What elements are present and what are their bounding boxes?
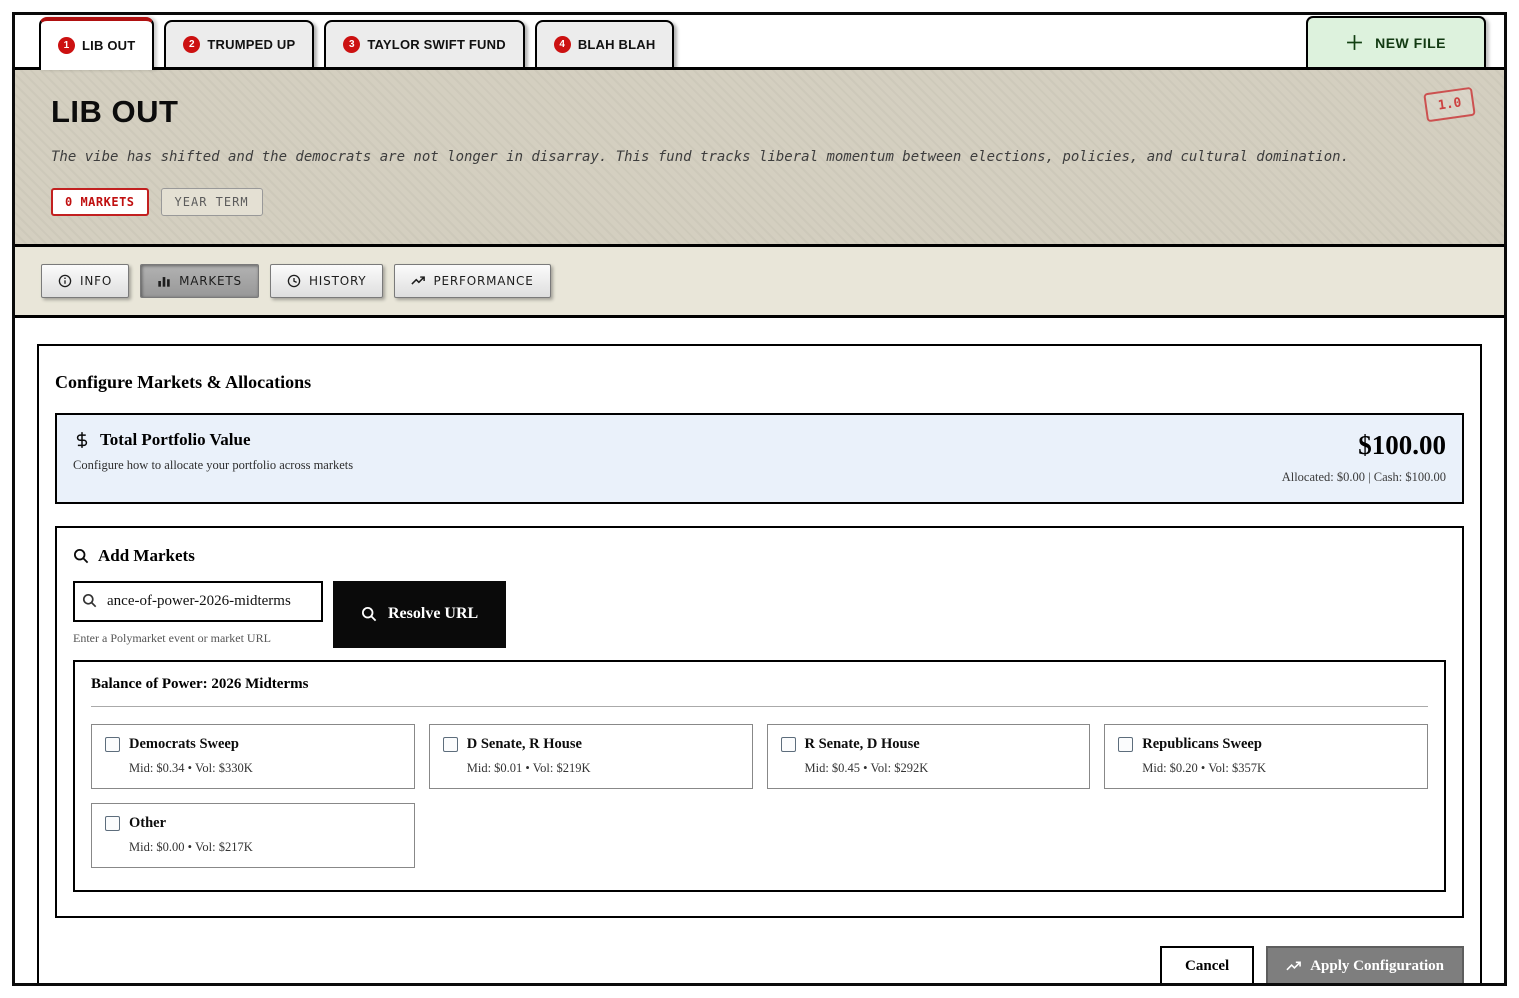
footer-actions: Cancel Apply Configuration [55,946,1464,986]
term-badge: YEAR TERM [161,188,263,216]
tab-number-badge: 3 [343,36,360,53]
apply-configuration-label: Apply Configuration [1310,958,1444,975]
market-name: Republicans Sweep [1142,736,1262,753]
nav-tab-label: HISTORY [309,274,366,288]
portfolio-summary: Total Portfolio Value Configure how to a… [55,413,1464,504]
fund-header: LIB OUT The vibe has shifted and the dem… [15,70,1504,247]
market-checkbox[interactable] [1118,737,1133,752]
url-input-wrap [73,581,323,622]
fund-badges: 0 MARKETS YEAR TERM [51,188,1468,216]
add-markets-section: Add Markets Enter a Polymarket event or … [55,526,1464,918]
nav-tab-history[interactable]: HISTORY [270,264,383,298]
market-options-grid: Democrats Sweep Mid: $0.34 • Vol: $330K … [91,724,1428,868]
app-frame: 1 LIB OUT 2 TRUMPED UP 3 TAYLOR SWIFT FU… [12,12,1507,986]
tab-label: LIB OUT [82,38,135,53]
plus-icon [1346,34,1363,51]
market-url-input[interactable] [73,581,323,622]
search-icon [73,548,89,564]
dollar-icon [73,431,91,449]
bar-chart-icon [157,274,171,288]
market-checkbox[interactable] [443,737,458,752]
configure-panel: Configure Markets & Allocations Total Po… [37,344,1482,986]
search-icon [361,606,377,622]
market-stats: Mid: $0.20 • Vol: $357K [1142,761,1414,776]
tab-number-badge: 1 [58,37,75,54]
panel-title: Configure Markets & Allocations [55,372,1464,393]
portfolio-allocation: Allocated: $0.00 | Cash: $100.00 [1282,470,1446,485]
portfolio-value: $100.00 [1282,430,1446,461]
info-icon [58,274,72,288]
market-checkbox[interactable] [105,816,120,831]
portfolio-right: $100.00 Allocated: $0.00 | Cash: $100.00 [1282,430,1446,485]
event-card: Balance of Power: 2026 Midterms Democrat… [73,660,1446,892]
cancel-button[interactable]: Cancel [1160,946,1254,986]
new-file-button[interactable]: NEW FILE [1306,16,1486,67]
market-stats: Mid: $0.34 • Vol: $330K [129,761,401,776]
tab-label: BLAH BLAH [578,37,656,52]
clock-icon [287,274,301,288]
nav-tab-info[interactable]: INFO [41,264,129,298]
market-stats: Mid: $0.00 • Vol: $217K [129,840,401,855]
nav-tab-label: PERFORMANCE [433,274,533,288]
main-area: Configure Markets & Allocations Total Po… [15,318,1504,986]
fund-description: The vibe has shifted and the democrats a… [51,143,1446,172]
event-title: Balance of Power: 2026 Midterms [91,676,1428,693]
tab-number-badge: 2 [183,36,200,53]
search-icon [82,593,97,608]
fund-tabs-strip: 1 LIB OUT 2 TRUMPED UP 3 TAYLOR SWIFT FU… [15,15,1504,70]
tab-number-badge: 4 [554,36,571,53]
market-checkbox[interactable] [781,737,796,752]
market-stats: Mid: $0.45 • Vol: $292K [805,761,1077,776]
market-checkbox[interactable] [105,737,120,752]
divider [91,706,1428,707]
market-option[interactable]: R Senate, D House Mid: $0.45 • Vol: $292… [767,724,1091,789]
market-option[interactable]: Republicans Sweep Mid: $0.20 • Vol: $357… [1104,724,1428,789]
portfolio-title: Total Portfolio Value [100,430,251,450]
nav-tab-label: INFO [80,274,112,288]
new-file-label: NEW FILE [1375,35,1446,51]
markets-count-badge: 0 MARKETS [51,188,149,216]
tab-blah-blah[interactable]: 4 BLAH BLAH [535,20,675,67]
nav-tab-markets[interactable]: MARKETS [140,264,259,298]
tab-taylor-swift-fund[interactable]: 3 TAYLOR SWIFT FUND [324,20,524,67]
tab-label: TRUMPED UP [207,37,295,52]
market-option[interactable]: Other Mid: $0.00 • Vol: $217K [91,803,415,868]
input-helper-text: Enter a Polymarket event or market URL [73,631,323,646]
trending-up-icon [1286,959,1301,974]
market-name: Democrats Sweep [129,736,239,753]
tab-trumped-up[interactable]: 2 TRUMPED UP [164,20,314,67]
nav-tab-performance[interactable]: PERFORMANCE [394,264,550,298]
resolve-url-label: Resolve URL [388,605,478,623]
fund-title: LIB OUT [51,94,1468,130]
section-nav: INFO MARKETS HISTORY PERFORMANCE [15,247,1504,318]
resolve-url-button[interactable]: Resolve URL [333,581,506,648]
portfolio-left: Total Portfolio Value Configure how to a… [73,430,353,485]
tab-label: TAYLOR SWIFT FUND [367,37,505,52]
nav-tab-label: MARKETS [179,274,242,288]
market-stats: Mid: $0.01 • Vol: $219K [467,761,739,776]
market-name: D Senate, R House [467,736,582,753]
market-name: Other [129,815,166,832]
portfolio-subtitle: Configure how to allocate your portfolio… [73,458,353,473]
add-markets-title: Add Markets [98,546,195,566]
market-option[interactable]: D Senate, R House Mid: $0.01 • Vol: $219… [429,724,753,789]
market-name: R Senate, D House [805,736,920,753]
trending-up-icon [411,274,425,288]
tab-lib-out[interactable]: 1 LIB OUT [39,17,154,70]
apply-configuration-button[interactable]: Apply Configuration [1266,946,1464,986]
market-option[interactable]: Democrats Sweep Mid: $0.34 • Vol: $330K [91,724,415,789]
